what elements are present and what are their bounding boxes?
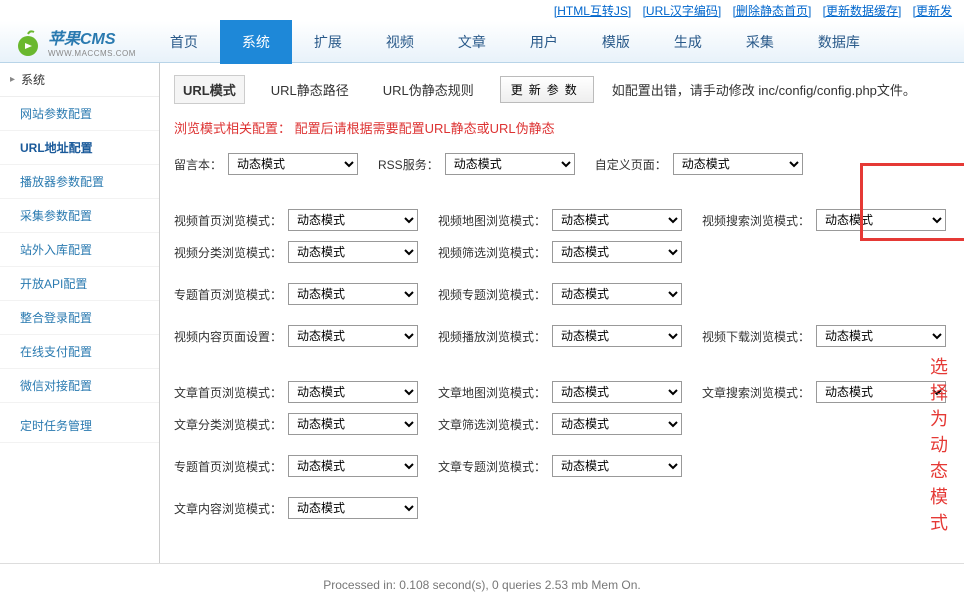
- label-vod-filter: 视频筛选浏览模式：: [438, 244, 546, 261]
- select-vod-download[interactable]: 动态模式: [816, 325, 946, 347]
- apple-icon: [12, 26, 44, 58]
- label-custom-page: 自定义页面：: [595, 156, 667, 173]
- label-art-search: 文章搜索浏览模式：: [702, 384, 810, 401]
- label-vod-index: 视频首页浏览模式：: [174, 212, 282, 229]
- footer-status: Processed in: 0.108 second(s), 0 queries…: [0, 563, 964, 606]
- select-art-topic[interactable]: 动态模式: [552, 455, 682, 477]
- tab-0[interactable]: URL模式: [174, 75, 245, 104]
- link-html-js[interactable]: [HTML互转JS]: [554, 4, 631, 18]
- label-topic-index: 专题首页浏览模式：: [174, 286, 282, 303]
- nav-item-7[interactable]: 生成: [652, 20, 724, 64]
- sidebar-item-1[interactable]: URL地址配置: [0, 131, 159, 165]
- select-vod-topic[interactable]: 动态模式: [552, 283, 682, 305]
- nav-item-6[interactable]: 模版: [580, 20, 652, 64]
- main-nav: 首页系统扩展视频文章用户模版生成采集数据库: [148, 20, 882, 64]
- select-topic-index[interactable]: 动态模式: [288, 283, 418, 305]
- tab-1[interactable]: URL静态路径: [263, 76, 357, 103]
- label-guestbook: 留言本：: [174, 156, 222, 173]
- select-vod-map[interactable]: 动态模式: [552, 209, 682, 231]
- select-custom-page[interactable]: 动态模式: [673, 153, 803, 175]
- sidebar-item-5[interactable]: 开放API配置: [0, 267, 159, 301]
- link-del-static[interactable]: [删除静态首页]: [733, 4, 812, 18]
- select-vod-search[interactable]: 动态模式: [816, 209, 946, 231]
- select-art-map[interactable]: 动态模式: [552, 381, 682, 403]
- sidebar-item-cron[interactable]: 定时任务管理: [0, 409, 159, 443]
- nav-item-5[interactable]: 用户: [508, 20, 580, 64]
- select-art-index[interactable]: 动态模式: [288, 381, 418, 403]
- link-update-pub[interactable]: [更新发: [913, 4, 952, 18]
- header: 苹果CMS WWW.MACCMS.COM 首页系统扩展视频文章用户模版生成采集数…: [0, 21, 964, 63]
- label-vod-topic: 视频专题浏览模式：: [438, 286, 546, 303]
- collapse-icon[interactable]: ▸: [10, 74, 15, 85]
- select-vod-content-set[interactable]: 动态模式: [288, 325, 418, 347]
- sidebar-heading: ▸ 系统: [0, 63, 159, 97]
- label-art-topic-index: 专题首页浏览模式：: [174, 458, 282, 475]
- select-art-filter[interactable]: 动态模式: [552, 413, 682, 435]
- select-guestbook[interactable]: 动态模式: [228, 153, 358, 175]
- top-links: [HTML互转JS] [URL汉字编码] [删除静态首页] [更新数据缓存] […: [0, 0, 964, 21]
- label-vod-map: 视频地图浏览模式：: [438, 212, 546, 229]
- sidebar-item-8[interactable]: 微信对接配置: [0, 369, 159, 403]
- update-params-button[interactable]: 更新参数: [500, 76, 594, 103]
- select-art-search[interactable]: 动态模式: [816, 381, 946, 403]
- link-update-cache[interactable]: [更新数据缓存]: [823, 4, 902, 18]
- sidebar-item-3[interactable]: 采集参数配置: [0, 199, 159, 233]
- nav-item-2[interactable]: 扩展: [292, 20, 364, 64]
- config-tip: 如配置出错，请手动修改 inc/config/config.php文件。: [612, 80, 916, 99]
- sidebar-item-6[interactable]: 整合登录配置: [0, 301, 159, 335]
- sidebar: ▸ 系统 网站参数配置URL地址配置播放器参数配置采集参数配置站外入库配置开放A…: [0, 63, 160, 563]
- label-art-index: 文章首页浏览模式：: [174, 384, 282, 401]
- select-rss[interactable]: 动态模式: [445, 153, 575, 175]
- label-vod-download: 视频下载浏览模式：: [702, 328, 810, 345]
- form-grid: 留言本： 动态模式 RSS服务： 动态模式 自定义页面： 动态模式 视频首页浏览模式：…: [174, 153, 950, 519]
- label-vod-category: 视频分类浏览模式：: [174, 244, 282, 261]
- sidebar-item-0[interactable]: 网站参数配置: [0, 97, 159, 131]
- nav-item-8[interactable]: 采集: [724, 20, 796, 64]
- link-url-encode[interactable]: [URL汉字编码]: [643, 4, 722, 18]
- nav-item-3[interactable]: 视频: [364, 20, 436, 64]
- nav-item-0[interactable]: 首页: [148, 20, 220, 64]
- tabs-row: URL模式 URL静态路径 URL伪静态规则 更新参数 如配置出错，请手动修改 in…: [174, 75, 950, 104]
- label-vod-play: 视频播放浏览模式：: [438, 328, 546, 345]
- label-art-filter: 文章筛选浏览模式：: [438, 416, 546, 433]
- select-vod-index[interactable]: 动态模式: [288, 209, 418, 231]
- select-art-content[interactable]: 动态模式: [288, 497, 418, 519]
- sidebar-item-2[interactable]: 播放器参数配置: [0, 165, 159, 199]
- sidebar-item-4[interactable]: 站外入库配置: [0, 233, 159, 267]
- nav-item-4[interactable]: 文章: [436, 20, 508, 64]
- select-vod-category[interactable]: 动态模式: [288, 241, 418, 263]
- label-rss: RSS服务：: [378, 156, 439, 173]
- label-art-topic: 文章专题浏览模式：: [438, 458, 546, 475]
- sidebar-item-7[interactable]: 在线支付配置: [0, 335, 159, 369]
- notice-text: 浏览模式相关配置： 配置后请根据需要配置URL静态或URL伪静态: [174, 118, 950, 137]
- select-art-topic-index[interactable]: 动态模式: [288, 455, 418, 477]
- label-art-content: 文章内容浏览模式：: [174, 500, 282, 517]
- logo: 苹果CMS WWW.MACCMS.COM: [0, 25, 148, 58]
- label-vod-search: 视频搜索浏览模式：: [702, 212, 810, 229]
- logo-subtitle: WWW.MACCMS.COM: [48, 49, 136, 58]
- label-art-category: 文章分类浏览模式：: [174, 416, 282, 433]
- label-vod-content-set: 视频内容页面设置：: [174, 328, 282, 345]
- label-art-map: 文章地图浏览模式：: [438, 384, 546, 401]
- tab-2[interactable]: URL伪静态规则: [375, 76, 482, 103]
- logo-title: 苹果CMS: [48, 25, 136, 49]
- select-art-category[interactable]: 动态模式: [288, 413, 418, 435]
- nav-item-1[interactable]: 系统: [220, 20, 292, 64]
- select-vod-filter[interactable]: 动态模式: [552, 241, 682, 263]
- select-vod-play[interactable]: 动态模式: [552, 325, 682, 347]
- content-area: URL模式 URL静态路径 URL伪静态规则 更新参数 如配置出错，请手动修改 in…: [160, 63, 964, 563]
- nav-item-9[interactable]: 数据库: [796, 20, 882, 64]
